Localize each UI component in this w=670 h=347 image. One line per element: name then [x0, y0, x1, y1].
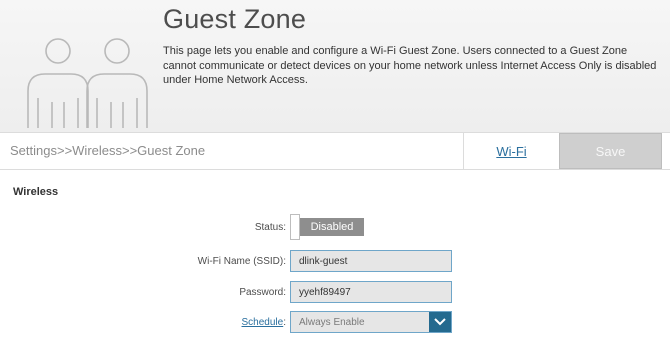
- ssid-label: Wi-Fi Name (SSID):: [197, 256, 286, 267]
- page-description: This page lets you enable and configure …: [163, 45, 657, 86]
- ssid-input[interactable]: [290, 250, 452, 272]
- breadcrumb: Settings>>Wireless>>Guest Zone: [10, 143, 206, 158]
- toggle-knob: [290, 214, 300, 240]
- status-label: Status:: [254, 222, 286, 233]
- page-header: Guest Zone This page lets you enable and…: [0, 0, 670, 133]
- save-button[interactable]: Save: [559, 133, 662, 169]
- schedule-colon: :: [283, 317, 286, 328]
- section-title-wireless: Wireless: [13, 186, 59, 198]
- schedule-link[interactable]: Schedule: [242, 317, 284, 328]
- schedule-value: Always Enable: [299, 317, 365, 328]
- password-label: Password:: [239, 287, 286, 298]
- nav-bar: Settings>>Wireless>>Guest Zone Wi-Fi Sav…: [0, 133, 670, 170]
- status-toggle[interactable]: Disabled: [290, 214, 364, 240]
- guest-users-icon: [27, 38, 148, 128]
- chevron-down-icon[interactable]: [429, 312, 451, 332]
- schedule-label: Schedule:: [242, 317, 286, 328]
- password-input[interactable]: [290, 281, 452, 303]
- status-value: Disabled: [300, 218, 364, 236]
- page-title: Guest Zone: [163, 4, 307, 34]
- wifi-link[interactable]: Wi-Fi: [463, 133, 559, 169]
- schedule-select[interactable]: Always Enable: [290, 311, 452, 333]
